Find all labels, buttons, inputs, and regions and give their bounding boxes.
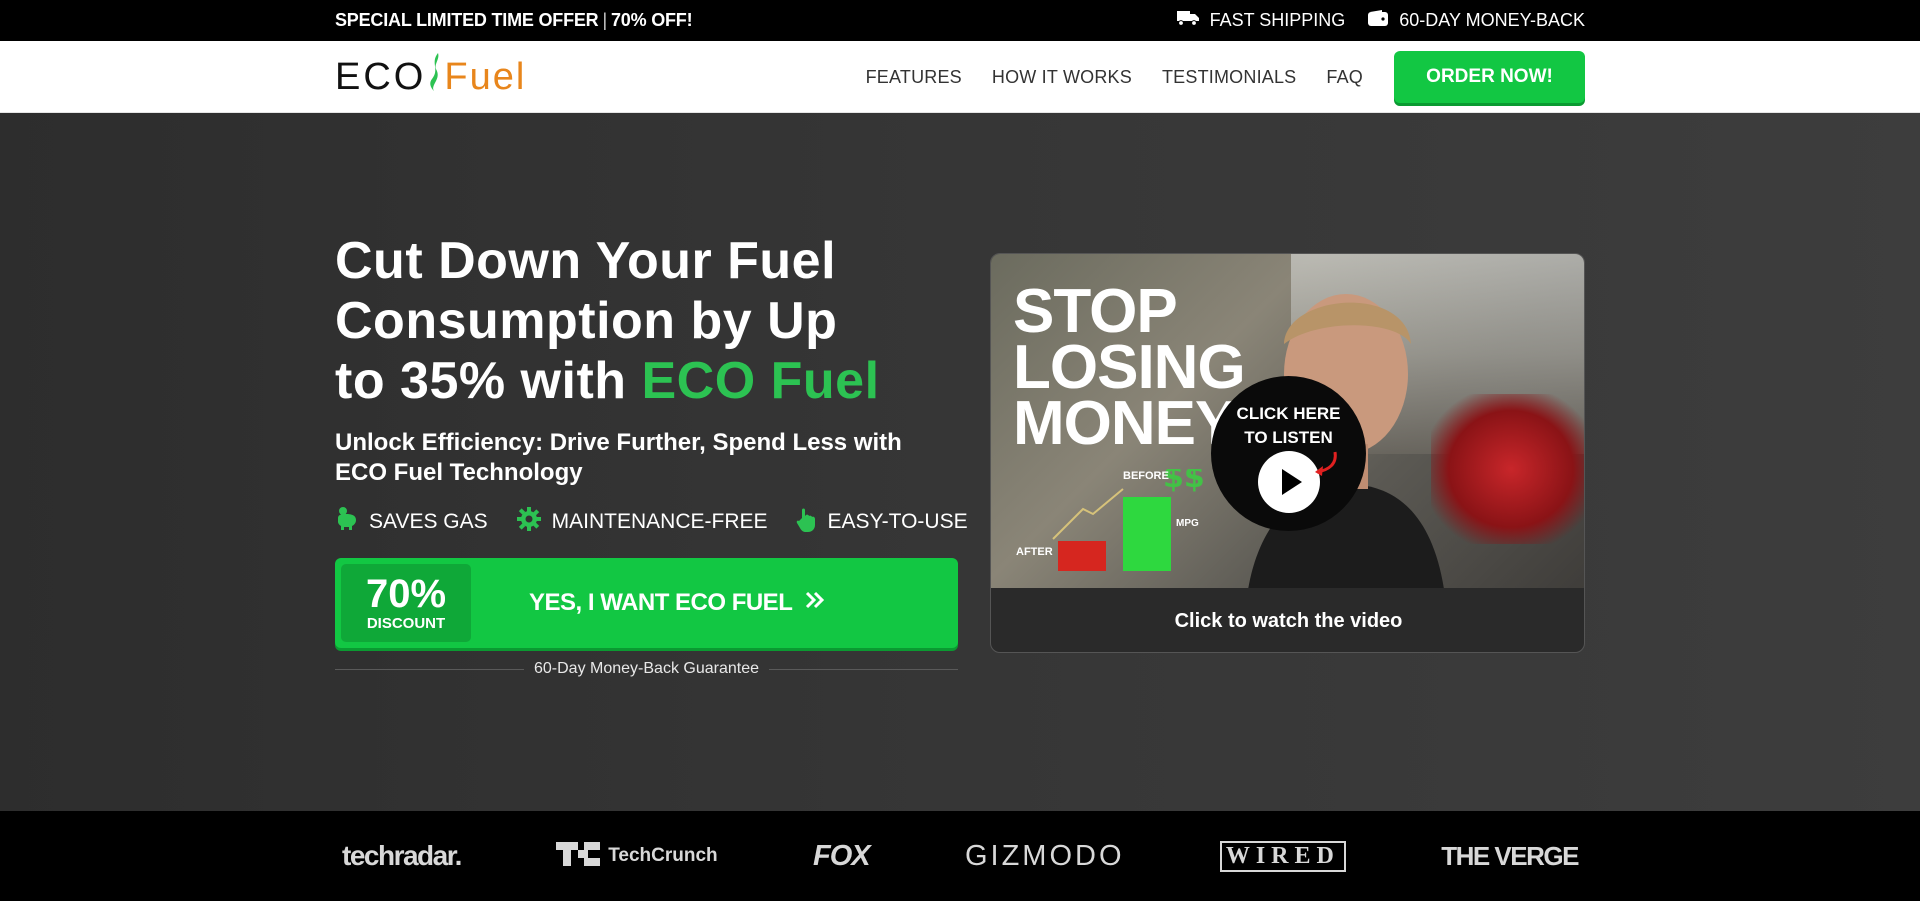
hero-headline: Cut Down Your Fuel Consumption by Up to …: [335, 231, 975, 411]
red-arrow-icon: [1315, 451, 1337, 476]
feature-saves-gas-label: SAVES GAS: [369, 510, 488, 533]
video-card[interactable]: STOP LOSING MONEY $$ BEFORE AFTER MPG CL…: [990, 253, 1585, 653]
feature-maintenance-free: MAINTENANCE-FREE: [516, 506, 768, 538]
logo-fuel-text: Fuel: [444, 55, 527, 98]
headline-line-3-text: to 35% with: [335, 352, 627, 410]
the-verge-logo: THE VERGE: [1441, 840, 1579, 871]
headline-brand: ECO Fuel: [641, 352, 880, 410]
fast-shipping: FAST SHIPPING: [1176, 9, 1346, 32]
techcrunch-logo-wrap: TechCrunch: [556, 841, 718, 871]
fox-logo: FOX: [812, 839, 871, 872]
piggy-bank-icon: [335, 506, 359, 538]
hand-pointer-icon: [796, 506, 818, 538]
headline-line-3: to 35% with ECO Fuel: [335, 351, 975, 411]
feature-saves-gas: SAVES GAS: [335, 506, 488, 538]
discount-percent: 70%: [365, 572, 447, 616]
feature-easy-to-use: EASY-TO-USE: [796, 506, 968, 538]
chart-mpg-label: MPG: [1176, 518, 1199, 529]
stop-losing-money-text: STOP LOSING MONEY: [1013, 277, 1246, 458]
money-back: 60-DAY MONEY-BACK: [1367, 9, 1585, 32]
techcrunch-logo: TechCrunch: [608, 845, 718, 866]
money-back-guarantee: 60-Day Money-Back Guarantee: [335, 659, 958, 679]
offer-text: SPECIAL LIMITED TIME OFFER | 70% OFF!: [335, 10, 693, 31]
listen-line-1: CLICK HERE: [1236, 404, 1341, 423]
divider-left: [335, 668, 524, 670]
feature-maintenance-free-label: MAINTENANCE-FREE: [551, 510, 768, 533]
feature-easy-to-use-label: EASY-TO-USE: [827, 510, 968, 533]
nav-testimonials[interactable]: TESTIMONIALS: [1162, 67, 1296, 88]
flame-icon: [426, 51, 444, 103]
double-chevron-right-icon: [804, 589, 826, 617]
order-now-button[interactable]: ORDER NOW!: [1394, 51, 1585, 103]
cta-button[interactable]: 70% DISCOUNT YES, I WANT ECO FUEL: [335, 558, 958, 648]
divider-right: [769, 668, 958, 670]
cta-label-wrap: YES, I WANT ECO FUEL: [529, 558, 826, 648]
video-thumbnail[interactable]: STOP LOSING MONEY $$ BEFORE AFTER MPG CL…: [991, 254, 1584, 588]
click-to-listen-button[interactable]: CLICK HERE TO LISTEN: [1211, 376, 1366, 531]
mpg-bar-graphic: $$: [1052, 469, 1205, 571]
gizmodo-logo: GIZMODO: [964, 839, 1125, 872]
hero-section: Cut Down Your Fuel Consumption by Up to …: [0, 113, 1920, 811]
logo-eco-text: ECO: [335, 55, 427, 98]
chart-before-label: BEFORE: [1123, 470, 1169, 482]
offer-separator: |: [602, 10, 607, 30]
offer-discount: 70% OFF!: [610, 10, 693, 30]
listen-text: CLICK HERE TO LISTEN: [1211, 402, 1366, 450]
chart-after-label: AFTER: [1016, 546, 1053, 558]
feature-list: SAVES GAS MAINTENANCE-FREE EASY-TO-USE: [335, 506, 968, 538]
listen-line-2: TO LISTEN: [1244, 428, 1333, 447]
fast-shipping-label: FAST SHIPPING: [1209, 10, 1346, 30]
nav-faq[interactable]: FAQ: [1326, 67, 1363, 88]
promo-topbar: SPECIAL LIMITED TIME OFFER | 70% OFF! FAST…: [0, 0, 1920, 41]
discount-badge: 70% DISCOUNT: [341, 564, 471, 642]
cta-label: YES, I WANT ECO FUEL: [529, 589, 793, 616]
offer-title: SPECIAL LIMITED TIME OFFER: [335, 10, 599, 30]
techcrunch-mark-icon: [556, 841, 601, 871]
wired-logo: WIRED: [1219, 840, 1346, 872]
nav-how-it-works[interactable]: HOW IT WORKS: [992, 67, 1132, 88]
money-back-label: 60-DAY MONEY-BACK: [1399, 10, 1585, 30]
svg-text:$$: $$: [1163, 469, 1205, 495]
stop-line-3: MONEY: [1013, 389, 1236, 458]
background-red-truck: [1431, 394, 1584, 544]
site-header: ECO Fuel FEATURES HOW IT WORKS TESTIMONI…: [0, 41, 1920, 113]
main-nav: FEATURES HOW IT WORKS TESTIMONIALS FAQ O…: [866, 51, 1585, 103]
eco-fuel-logo[interactable]: ECO Fuel: [335, 51, 526, 103]
wallet-icon: [1367, 9, 1389, 32]
gear-icon: [516, 506, 542, 538]
techradar-logo: techradar.: [342, 840, 462, 871]
guarantee-text: 60-Day Money-Back Guarantee: [534, 660, 759, 677]
discount-label: DISCOUNT: [366, 615, 446, 632]
headline-line-2: Consumption by Up: [335, 292, 838, 350]
stop-line-1: STOP: [1013, 277, 1178, 346]
press-logos-bar: techradar. TechCrunch FOX GIZMODO WIRED …: [0, 811, 1920, 901]
headline-line-1: Cut Down Your Fuel: [335, 232, 837, 290]
stop-line-2: LOSING: [1013, 333, 1246, 402]
truck-icon: [1176, 9, 1200, 32]
watch-video-label[interactable]: Click to watch the video: [991, 588, 1584, 652]
nav-features[interactable]: FEATURES: [866, 67, 962, 88]
hero-subheadline: Unlock Efficiency: Drive Further, Spend …: [335, 429, 902, 486]
